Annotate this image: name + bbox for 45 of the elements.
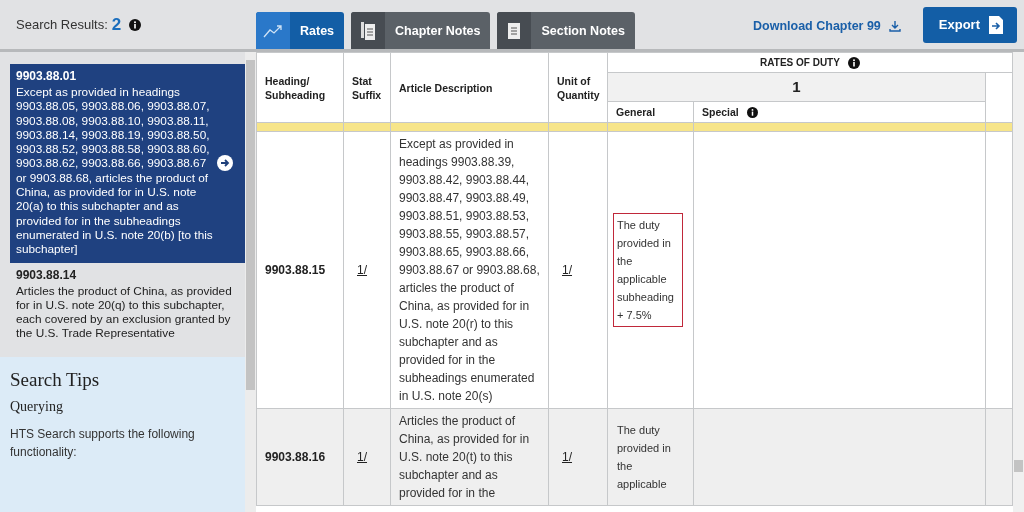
tab[interactable]: Chapter Notes — [351, 12, 491, 49]
column-header: Article Description — [390, 52, 549, 123]
export-button[interactable]: Export — [922, 6, 1017, 43]
arrow-right-icon[interactable] — [217, 154, 233, 171]
stat-suffix-link[interactable]: 1/ — [357, 263, 367, 277]
search-result-item[interactable] — [10, 64, 245, 263]
description-cell: Articles the product of China, as provided for in U.S. note 20(t) to this subchapter and as provided for in the — [399, 414, 530, 500]
trend-chart-icon — [263, 23, 283, 38]
result-description: Except as provided in headings 9903.88.05, 9903.88.06, 9903.88.07, 9903.88.08, 9903.88.10, 9903.88.11, 9903.88.14, 9903.88.19, 9903.88.50, 9903.88.52, 9903.88.58, 9903.88.60, 9903.88.62, 9903.88.66, 9903.88.67 or 9903.88.68, articles the product of China, as provided for in U.S. note 20(a) to this subchapter and as provided for in the subheadings enumerated in U.S. note 20(b) [to this subchapter] — [16, 85, 213, 257]
scrollbar[interactable] — [245, 52, 256, 512]
search-result-item[interactable]: 9903.88.14 Articles the product of China, as provided for in U.S. note 20(q) to this subchapter, each covered by an exclusion granted by the U.S. Trade Representative — [10, 262, 245, 347]
general-rate-cell: The duty provided in the applicable subheading + 7.5% — [613, 213, 683, 327]
info-icon[interactable] — [847, 56, 860, 69]
heading-cell: 9903.88.16 — [265, 450, 326, 464]
unit-link[interactable]: 1/ — [562, 263, 572, 277]
general-rate-cell-text: The duty provided in the applicable — [616, 423, 672, 492]
column-header: Unit of Quantity — [548, 52, 608, 123]
export-file-icon — [989, 15, 1003, 34]
tab[interactable]: Section Notes — [497, 12, 635, 49]
search-tips-title: Search Tips — [10, 368, 101, 391]
description-cell: Except as provided in headings 9903.88.39, 9903.88.42, 9903.88.44, 9903.88.47, 9903.88.49, 9903.88.51, 9903.88.53, 9903.88.55, 9903.88.57, 9903.88.65, 9903.88.66, 9903.88.67 or 9903.88.68, articles the product of China, as provided for in U.S. note 20(r) to this subchapter and as provided for in the subheadings enumerated in U.S. note 20(s) — [399, 137, 540, 403]
search-tips-subtitle: Querying — [10, 398, 64, 415]
heading-cell: 9903.88.15 — [265, 263, 326, 277]
scrollbar[interactable] — [1013, 52, 1024, 512]
download-icon — [888, 19, 901, 32]
stat-suffix-link[interactable]: 1/ — [357, 450, 367, 464]
tab[interactable]: Rates — [256, 12, 345, 49]
result-code: 9903.88.14 — [16, 267, 78, 282]
document-icon — [508, 22, 521, 39]
info-icon[interactable] — [129, 18, 142, 31]
column-group-header: 1 — [607, 72, 986, 102]
unit-link[interactable]: 1/ — [562, 450, 572, 464]
download-link[interactable]: Download Chapter 99 — [753, 18, 901, 33]
result-code: 9903.88.01 — [16, 69, 78, 83]
documents-icon — [361, 21, 376, 40]
search-results-label: Search Results: — [16, 17, 108, 32]
column-header: Special — [702, 105, 739, 119]
column-header: Stat Suffix — [343, 52, 391, 123]
column-header: General — [616, 105, 656, 119]
rates-of-duty-header: RATES OF DUTY — [760, 55, 840, 70]
search-results-count: 2 — [111, 14, 122, 35]
result-description: Articles the product of China, as provided for in U.S. note 20(q) to this subchapter, each covered by an exclusion granted by the U.S. Trade Representative — [16, 283, 233, 341]
search-tips-text: HTS Search supports the following functionality: — [10, 425, 196, 461]
info-icon[interactable] — [746, 106, 758, 118]
column-header: Heading/ Subheading — [256, 52, 344, 123]
